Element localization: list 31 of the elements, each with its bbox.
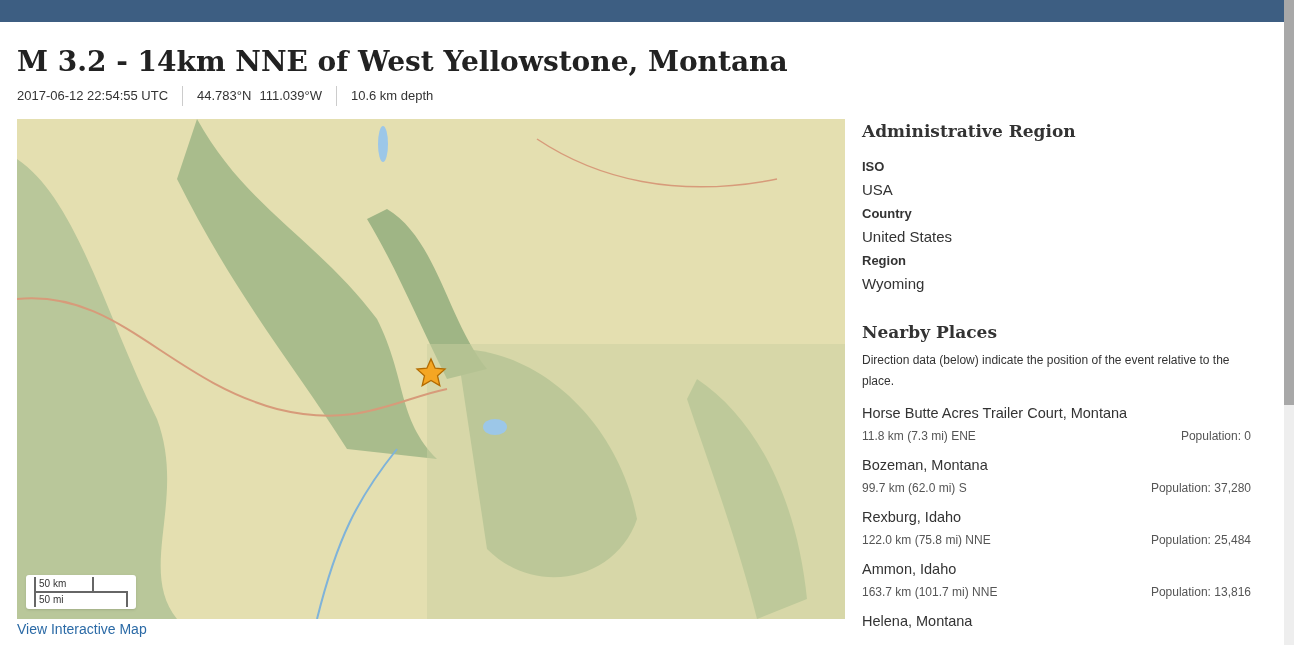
field-label: Region <box>862 252 908 270</box>
place-name: Rexburg, Idaho <box>862 508 963 527</box>
field-value: Wyoming <box>862 274 926 294</box>
field-value: USA <box>862 180 894 200</box>
place-population: Population: 0 <box>1180 428 1251 445</box>
place-population: Population: 37,280 <box>1150 480 1251 497</box>
place-distance: 163.7 km (101.7 mi) NNE <box>862 584 998 601</box>
field-label: Country <box>862 205 913 223</box>
place-name: Helena, Montana <box>862 612 974 631</box>
page-title: M 3.2 - 14km NNE of West Yellowstone, Montana <box>17 44 789 80</box>
place-name: Bozeman, Montana <box>862 456 989 475</box>
star-icon[interactable] <box>415 357 447 389</box>
place-population: Population: 25,484 <box>1150 532 1251 549</box>
longitude: 111.039°W <box>259 87 323 106</box>
place-name: Horse Butte Acres Trailer Court, Montana <box>862 404 1129 423</box>
interactive-map-link[interactable]: View Interactive Map <box>17 621 845 637</box>
scrollbar[interactable] <box>1284 0 1294 645</box>
section-heading: Nearby Places <box>862 321 998 344</box>
depth: 10.6 km depth <box>349 87 434 106</box>
place-name: Ammon, Idaho <box>862 560 958 579</box>
latitude: 44.783°N <box>196 87 253 106</box>
field-value: United States <box>862 227 954 247</box>
place-distance: 122.0 km (75.8 mi) NNE <box>862 532 991 549</box>
event-time: 2017-06-12 22:54:55 UTC <box>17 87 170 106</box>
place-distance: 11.8 km (7.3 mi) ENE <box>862 428 976 445</box>
place-population: Population: 13,816 <box>1150 584 1251 601</box>
direction-note: Direction data (below) indicate the position of the event relative to the place. <box>862 352 1231 390</box>
place-distance: 99.7 km (62.0 mi) S <box>862 480 967 497</box>
map-scale: 50 km 50 mi <box>26 575 136 609</box>
field-label: ISO <box>862 158 886 176</box>
section-heading: Administrative Region <box>862 120 1077 143</box>
